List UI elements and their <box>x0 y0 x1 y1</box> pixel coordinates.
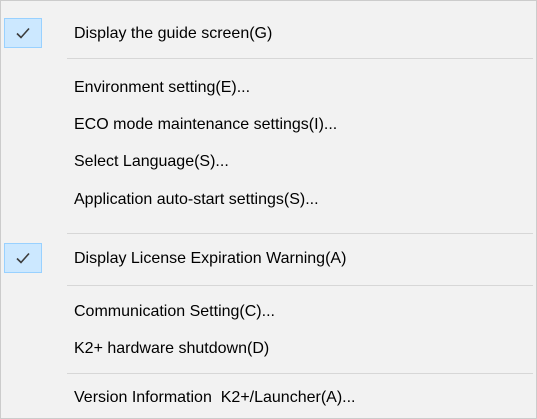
menu-item-display-guide-screen[interactable]: Display the guide screen(G) <box>3 17 534 51</box>
menu-item-application-auto-start[interactable]: Application auto-start settings(S)... <box>3 183 534 217</box>
menu-item-license-expiration-warning[interactable]: Display License Expiration Warning(A) <box>3 242 534 276</box>
check-icon <box>16 252 30 264</box>
menu-item-label: Display License Expiration Warning(A) <box>74 250 347 267</box>
menu-item-label: Application auto-start settings(S)... <box>74 191 319 208</box>
menu-item-communication-setting[interactable]: Communication Setting(C)... <box>3 295 534 329</box>
menu-item-select-language[interactable]: Select Language(S)... <box>3 145 534 179</box>
menu-separator <box>67 285 533 286</box>
context-menu: Display the guide screen(G) Environment … <box>0 0 537 419</box>
menu-separator <box>67 58 533 59</box>
menu-item-label: Select Language(S)... <box>74 153 229 170</box>
menu-item-eco-mode-maintenance[interactable]: ECO mode maintenance settings(I)... <box>3 108 534 142</box>
check-mark-cell <box>4 243 42 273</box>
menu-item-k2-hardware-shutdown[interactable]: K2+ hardware shutdown(D) <box>3 332 534 366</box>
menu-item-label: ECO mode maintenance settings(I)... <box>74 116 338 133</box>
menu-item-label: Environment setting(E)... <box>74 79 251 96</box>
menu-item-label: Version Information K2+/Launcher(A)... <box>74 389 356 406</box>
menu-item-version-information[interactable]: Version Information K2+/Launcher(A)... <box>3 381 534 415</box>
menu-item-label: K2+ hardware shutdown(D) <box>74 340 270 357</box>
menu-item-label: Display the guide screen(G) <box>74 25 273 42</box>
check-mark-cell <box>4 18 42 48</box>
menu-item-label: Communication Setting(C)... <box>74 303 275 320</box>
check-icon <box>16 27 30 39</box>
menu-separator <box>67 373 533 374</box>
menu-item-environment-setting[interactable]: Environment setting(E)... <box>3 71 534 105</box>
menu-separator <box>67 233 533 234</box>
